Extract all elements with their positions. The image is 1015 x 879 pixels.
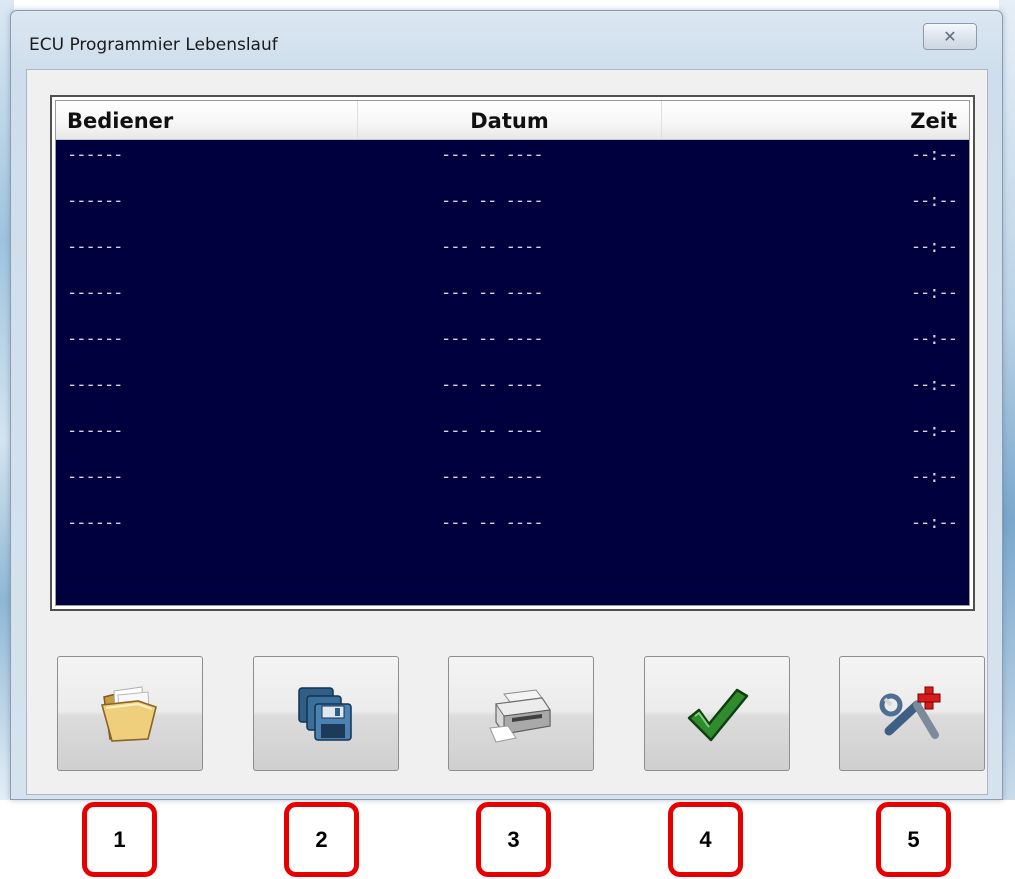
cell-bediener: ------: [67, 191, 123, 211]
cell-zeit: --:--: [910, 467, 958, 487]
cell-bediener: ------: [67, 467, 123, 487]
cell-bediener: ------: [67, 513, 123, 533]
cell-zeit: --:--: [910, 329, 958, 349]
cell-datum: --- -- ----: [441, 513, 544, 533]
cell-bediener: ------: [67, 283, 123, 303]
history-list-frame: Bediener Datum Zeit ------ --- -- ---- -…: [50, 95, 975, 611]
cell-datum: --- -- ----: [441, 329, 544, 349]
cell-bediener: ------: [67, 375, 123, 395]
annotation-label-2: 2: [284, 802, 359, 877]
table-row[interactable]: ------ --- -- ---- --:--: [56, 419, 969, 443]
cell-datum: --- -- ----: [441, 191, 544, 211]
cell-datum: --- -- ----: [441, 421, 544, 441]
table-row[interactable]: ------ --- -- ---- --:--: [56, 143, 969, 167]
table-row[interactable]: ------ --- -- ---- --:--: [56, 189, 969, 213]
save-button[interactable]: [253, 656, 399, 771]
confirm-button[interactable]: [644, 656, 790, 771]
table-row[interactable]: ------ --- -- ---- --:--: [56, 465, 969, 489]
folder-icon: [100, 685, 157, 742]
annotation-label-3: 3: [476, 802, 551, 877]
cell-bediener: ------: [67, 421, 123, 441]
table-row[interactable]: ------ --- -- ---- --:--: [56, 235, 969, 259]
cell-zeit: --:--: [910, 237, 958, 257]
open-button[interactable]: [57, 656, 203, 771]
cell-zeit: --:--: [910, 421, 958, 441]
cell-datum: --- -- ----: [441, 145, 544, 165]
cell-zeit: --:--: [910, 283, 958, 303]
column-header-zeit[interactable]: Zeit: [662, 101, 969, 139]
annotation-label-5: 5: [876, 802, 951, 877]
cell-bediener: ------: [67, 329, 123, 349]
window-title: ECU Programmier Lebenslauf: [29, 35, 278, 55]
floppy-disks-icon: [298, 686, 352, 741]
cell-datum: --- -- ----: [441, 375, 544, 395]
dialog-window: ECU Programmier Lebenslauf ✕ Bediener Da…: [10, 10, 1003, 800]
cell-bediener: ------: [67, 237, 123, 257]
printer-icon: [489, 688, 551, 743]
table-row[interactable]: ------ --- -- ---- --:--: [56, 373, 969, 397]
cell-zeit: --:--: [910, 145, 958, 165]
table-row[interactable]: ------ --- -- ---- --:--: [56, 511, 969, 535]
cell-datum: --- -- ----: [441, 283, 544, 303]
tools-add-icon: [879, 686, 941, 739]
close-button[interactable]: ✕: [923, 23, 977, 50]
annotation-label-4: 4: [668, 802, 743, 877]
add-tool-button[interactable]: [839, 656, 985, 771]
table-row[interactable]: ------ --- -- ---- --:--: [56, 327, 969, 351]
table-row[interactable]: ------ --- -- ---- --:--: [56, 281, 969, 305]
cell-bediener: ------: [67, 145, 123, 165]
annotation-label-1: 1: [82, 802, 157, 877]
print-button[interactable]: [448, 656, 594, 771]
dialog-client-area: Bediener Datum Zeit ------ --- -- ---- -…: [26, 69, 988, 795]
history-list[interactable]: Bediener Datum Zeit ------ --- -- ---- -…: [55, 100, 970, 606]
cell-zeit: --:--: [910, 375, 958, 395]
close-icon: ✕: [943, 27, 957, 46]
list-header: Bediener Datum Zeit: [56, 101, 969, 140]
column-header-bediener[interactable]: Bediener: [56, 101, 358, 139]
checkmark-icon: [687, 688, 749, 741]
cell-datum: --- -- ----: [441, 237, 544, 257]
cell-zeit: --:--: [910, 513, 958, 533]
column-header-datum[interactable]: Datum: [358, 101, 662, 139]
cell-zeit: --:--: [910, 191, 958, 211]
cell-datum: --- -- ----: [441, 467, 544, 487]
